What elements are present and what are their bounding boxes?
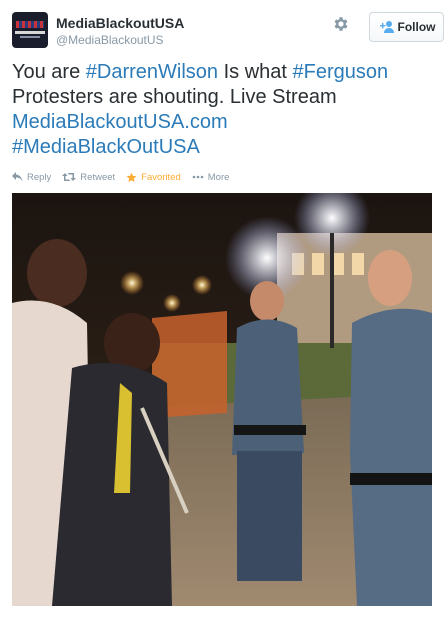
- avatar-text-bar: [15, 31, 45, 34]
- more-label: More: [207, 171, 230, 183]
- hashtag-mediablackoutusa[interactable]: #MediaBlackOutUSA: [12, 135, 432, 160]
- tweet-actions: Reply Retweet Favorited More: [12, 170, 240, 184]
- retweet-label: Retweet: [80, 171, 116, 183]
- tweet-line-2: Protesters are shouting. Live Stream: [12, 86, 337, 108]
- tweet-text-segment: You are: [12, 61, 86, 83]
- add-user-icon: [378, 20, 394, 34]
- flag-logo-icon: [16, 21, 44, 28]
- tweet-line-1: You are #DarrenWilson Is what #Ferguson: [12, 60, 432, 85]
- favorite-action[interactable]: Favorited: [126, 172, 181, 183]
- reply-label: Reply: [27, 171, 52, 183]
- avatar-subtext-bar: [20, 36, 40, 38]
- star-icon: [126, 172, 137, 183]
- display-name[interactable]: MediaBlackoutUSA: [56, 14, 184, 32]
- more-action[interactable]: More: [192, 171, 230, 183]
- gear-icon[interactable]: [332, 15, 350, 33]
- screen-name[interactable]: @MediaBlackoutUS: [56, 32, 184, 48]
- more-icon: [192, 175, 204, 179]
- tweet-header: MediaBlackoutUSA @MediaBlackoutUS Follow: [12, 12, 444, 52]
- follow-label: Follow: [397, 20, 436, 34]
- retweet-icon: [62, 172, 77, 182]
- photo-protest-police-night: [12, 193, 432, 606]
- reply-action[interactable]: Reply: [12, 172, 51, 183]
- account-names[interactable]: MediaBlackoutUSA @MediaBlackoutUS: [56, 14, 184, 48]
- reply-icon: [12, 172, 23, 182]
- hashtag-ferguson[interactable]: #Ferguson: [293, 61, 389, 83]
- tweet-text: You are #DarrenWilson Is what #Ferguson …: [12, 60, 432, 160]
- hashtag-darrenwilson[interactable]: #DarrenWilson: [86, 61, 218, 83]
- follow-button[interactable]: Follow: [369, 12, 444, 42]
- tweet-photo[interactable]: [12, 193, 432, 606]
- tweet-text-segment: Is what: [218, 61, 293, 83]
- website-link[interactable]: MediaBlackoutUSA.com: [12, 110, 432, 135]
- avatar[interactable]: [12, 12, 48, 48]
- favorite-label: Favorited: [141, 171, 181, 183]
- retweet-action[interactable]: Retweet: [62, 172, 115, 183]
